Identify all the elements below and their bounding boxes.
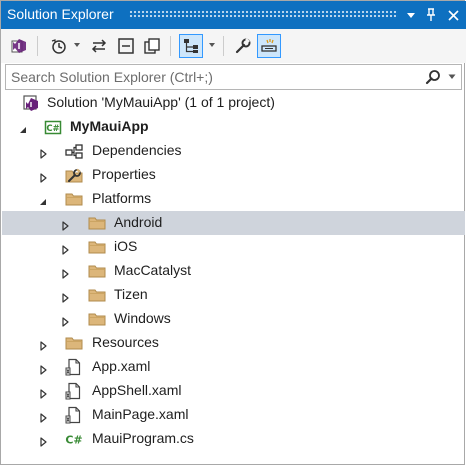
folder-icon (88, 214, 106, 232)
switch-views-icon[interactable] (179, 34, 203, 58)
collapsed-arrow-icon[interactable] (38, 386, 48, 399)
sync-icon[interactable] (87, 34, 111, 58)
tree-item[interactable]: Resources (2, 331, 465, 355)
tree-item-label: Windows (114, 310, 171, 326)
folder-icon (88, 238, 106, 256)
show-all-files-icon[interactable] (140, 34, 164, 58)
toolbar (1, 29, 466, 63)
xaml-file-icon (65, 358, 83, 376)
csharp-file-icon: C# (65, 430, 83, 448)
search-box[interactable]: Search Solution Explorer (Ctrl+;) (5, 64, 462, 90)
expanded-arrow-icon[interactable] (38, 194, 48, 205)
tree-item-label: Solution 'MyMauiApp' (1 of 1 project) (47, 94, 275, 110)
tree-item-label: Android (114, 214, 163, 230)
collapsed-arrow-icon[interactable] (38, 170, 48, 183)
collapsed-arrow-icon[interactable] (60, 242, 70, 255)
collapsed-arrow-icon[interactable] (60, 218, 70, 231)
collapse-all-icon[interactable] (114, 34, 138, 58)
tree-item-label: Resources (92, 334, 159, 350)
collapsed-arrow-icon[interactable] (38, 434, 48, 447)
preview-selected-icon[interactable] (257, 34, 281, 58)
title-bar[interactable]: Solution Explorer (1, 1, 466, 29)
tree-item[interactable]: Windows (2, 307, 465, 331)
folder-icon (88, 286, 106, 304)
pin-icon[interactable] (422, 5, 440, 25)
tree-item-label: Platforms (92, 190, 152, 206)
folder-icon (88, 262, 106, 280)
toolbar-separator (170, 36, 171, 56)
properties-wrench-icon[interactable] (231, 34, 255, 58)
tree-item[interactable]: MainPage.xaml (2, 403, 465, 427)
toolbar-separator (37, 36, 38, 56)
svg-text:C#: C# (46, 124, 59, 134)
collapsed-arrow-icon[interactable] (38, 146, 48, 159)
history-dropdown-icon[interactable] (73, 41, 81, 49)
search-icon[interactable] (425, 69, 441, 85)
tree-item-label: iOS (114, 238, 138, 254)
tree-item[interactable]: Properties (2, 163, 465, 187)
solution-icon (22, 94, 40, 112)
tree-item[interactable]: MacCatalyst (2, 259, 465, 283)
search-options-icon[interactable] (448, 74, 456, 80)
drag-handle[interactable] (129, 10, 398, 19)
collapsed-arrow-icon[interactable] (60, 314, 70, 327)
tree-item[interactable]: C# MyMauiApp (2, 115, 465, 139)
tree-item[interactable]: Solution 'MyMauiApp' (1 of 1 project) (2, 91, 465, 115)
collapsed-arrow-icon[interactable] (60, 290, 70, 303)
expanded-arrow-icon[interactable] (18, 122, 28, 133)
tree-item-label: AppShell.xaml (92, 382, 182, 398)
tree-item-label: MainPage.xaml (92, 406, 189, 422)
solution-explorer-panel: Solution Explorer Search Solution Explor… (0, 0, 466, 465)
tree-item-label: MacCatalyst (114, 262, 192, 278)
tree-item[interactable]: Tizen (2, 283, 465, 307)
folder-icon (88, 310, 106, 328)
tree-item[interactable]: Android (2, 211, 465, 235)
tree-item[interactable]: C# MauiProgram.cs (2, 427, 465, 451)
tree-item-label: MauiProgram.cs (92, 430, 194, 446)
svg-text:C#: C# (65, 434, 82, 447)
visual-studio-icon[interactable] (7, 34, 31, 58)
properties-icon (65, 166, 83, 184)
tree-item-label: Properties (92, 166, 156, 182)
xaml-file-icon (65, 382, 83, 400)
tree-item[interactable]: iOS (2, 235, 465, 259)
tree-item[interactable]: AppShell.xaml (2, 379, 465, 403)
search-input[interactable]: Search Solution Explorer (Ctrl+;) (11, 69, 213, 85)
tree-item[interactable]: Platforms (2, 187, 465, 211)
tree-item[interactable]: Dependencies (2, 139, 465, 163)
collapsed-arrow-icon[interactable] (38, 362, 48, 375)
panel-title: Solution Explorer (7, 6, 114, 22)
switch-views-dropdown-icon[interactable] (208, 41, 216, 49)
history-icon[interactable] (47, 34, 71, 58)
xaml-file-icon (65, 406, 83, 424)
tree-item-label: Tizen (114, 286, 148, 302)
csharp-project-icon: C# (44, 118, 62, 136)
folder-icon (65, 334, 83, 352)
dropdown-arrow-icon[interactable] (402, 5, 420, 25)
dependencies-icon (65, 142, 83, 160)
tree-item-label: App.xaml (92, 358, 151, 374)
collapsed-arrow-icon[interactable] (60, 266, 70, 279)
folder-icon (65, 190, 83, 208)
tree-item[interactable]: App.xaml (2, 355, 465, 379)
toolbar-separator (223, 36, 224, 56)
collapsed-arrow-icon[interactable] (38, 410, 48, 423)
close-icon[interactable] (444, 5, 462, 25)
tree-item-label: MyMauiApp (70, 118, 149, 134)
tree-item-label: Dependencies (92, 142, 182, 158)
collapsed-arrow-icon[interactable] (38, 338, 48, 351)
